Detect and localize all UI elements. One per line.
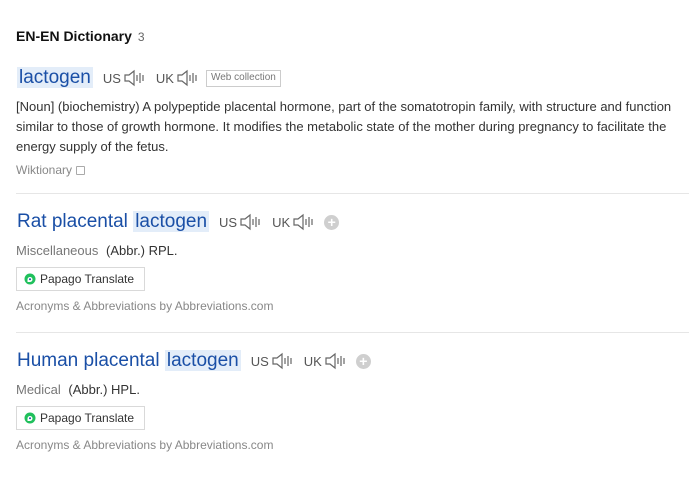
divider	[16, 332, 689, 333]
entry-human-placental-lactogen: Human placental lactogen US UK + Medical…	[16, 348, 689, 452]
papago-logo-icon	[24, 273, 36, 285]
speaker-icon[interactable]	[176, 69, 200, 87]
meaning-line: Miscellaneous (Abbr.) RPL.	[16, 243, 689, 258]
papago-logo-icon	[24, 412, 36, 424]
speaker-icon[interactable]	[324, 352, 348, 370]
word-highlight: lactogen	[17, 67, 93, 88]
uk-label: UK	[155, 70, 174, 86]
dictionary-header: EN-EN Dictionary 3	[16, 28, 145, 44]
us-label: US	[250, 353, 269, 369]
papago-translate-button[interactable]: Papago Translate	[16, 267, 145, 291]
definition-text: [Noun] (biochemistry) A polypeptide plac…	[16, 99, 672, 154]
us-pronunciation[interactable]: US	[103, 69, 147, 87]
us-label: US	[219, 214, 238, 230]
category-label: Medical	[16, 382, 61, 397]
category-label: Miscellaneous	[16, 243, 99, 258]
dictionary-title: EN-EN Dictionary	[16, 28, 132, 44]
plus-icon[interactable]: +	[355, 353, 371, 369]
meaning-text: (Abbr.) HPL.	[68, 382, 140, 397]
papago-translate-label: Papago Translate	[40, 411, 135, 425]
speaker-icon[interactable]	[271, 352, 295, 370]
uk-pronunciation[interactable]: UK	[156, 69, 200, 87]
us-pronunciation[interactable]: US	[219, 213, 263, 231]
entry-word-link[interactable]: lactogen	[16, 67, 94, 89]
divider	[16, 193, 689, 194]
copy-icon[interactable]	[76, 165, 86, 175]
entry-word-link[interactable]: Human placental lactogen	[16, 350, 242, 372]
uk-pronunciation[interactable]: UK	[304, 352, 348, 370]
entry-lactogen: lactogen US UK Web collection [Noun] (bi…	[16, 65, 689, 177]
meaning-line: Medical (Abbr.) HPL.	[16, 382, 689, 397]
source-label[interactable]: Acronyms & Abbreviations by Abbreviation…	[16, 438, 689, 452]
us-label: US	[102, 70, 121, 86]
plus-icon[interactable]: +	[324, 214, 340, 230]
us-pronunciation[interactable]: US	[251, 352, 295, 370]
speaker-icon[interactable]	[292, 213, 316, 231]
papago-translate-button[interactable]: Papago Translate	[16, 406, 145, 430]
uk-label: UK	[303, 353, 322, 369]
speaker-icon[interactable]	[239, 213, 263, 231]
source-line: Wiktionary	[16, 163, 689, 177]
source-label[interactable]: Acronyms & Abbreviations by Abbreviation…	[16, 299, 689, 313]
web-collection-tag: Web collection	[205, 69, 281, 87]
uk-pronunciation[interactable]: UK	[272, 213, 316, 231]
entry-rat-placental-lactogen: Rat placental lactogen US UK + Miscellan…	[16, 209, 689, 313]
source-label[interactable]: Wiktionary	[16, 163, 72, 177]
speaker-icon[interactable]	[123, 69, 147, 87]
entry-word-link[interactable]: Rat placental lactogen	[16, 211, 210, 233]
word-highlight: lactogen	[164, 350, 241, 371]
word-highlight: lactogen	[133, 211, 210, 232]
meaning-text: (Abbr.) RPL.	[106, 243, 178, 258]
result-count: 3	[137, 30, 145, 44]
uk-label: UK	[272, 214, 291, 230]
papago-translate-label: Papago Translate	[40, 272, 135, 286]
